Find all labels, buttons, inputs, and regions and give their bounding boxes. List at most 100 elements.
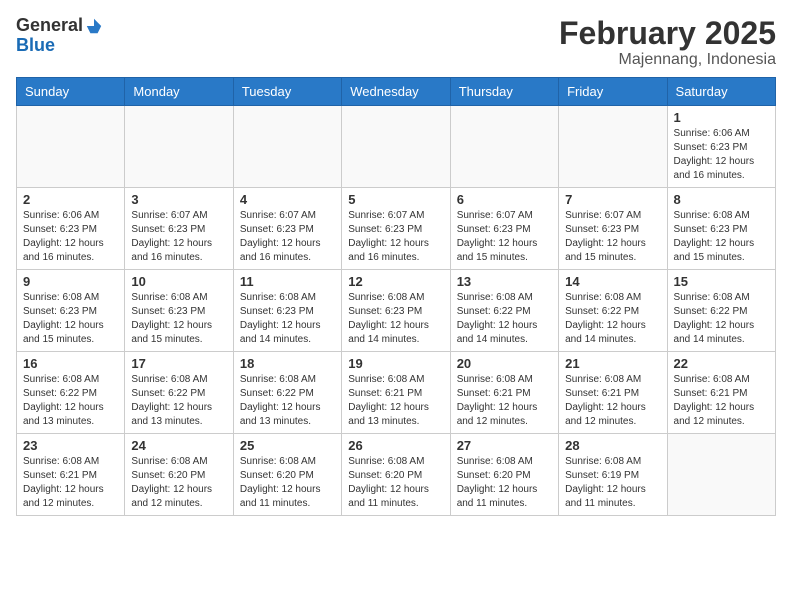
day-number: 4 (240, 192, 335, 207)
day-number: 18 (240, 356, 335, 371)
day-info: Sunrise: 6:08 AM Sunset: 6:20 PM Dayligh… (457, 455, 552, 511)
calendar-week-row: 23 Sunrise: 6:08 AM Sunset: 6:21 PM Dayli… (17, 434, 776, 516)
day-info: Sunrise: 6:08 AM Sunset: 6:21 PM Dayligh… (457, 373, 552, 429)
day-info: Sunrise: 6:08 AM Sunset: 6:21 PM Dayligh… (674, 373, 769, 429)
day-number: 22 (674, 356, 769, 371)
day-number: 12 (348, 274, 443, 289)
calendar-cell (17, 106, 125, 188)
calendar-cell: 25 Sunrise: 6:08 AM Sunset: 6:20 PM Dayli… (233, 434, 341, 516)
day-info: Sunrise: 6:08 AM Sunset: 6:22 PM Dayligh… (131, 373, 226, 429)
logo-general-text: General (16, 16, 83, 36)
calendar-cell: 19 Sunrise: 6:08 AM Sunset: 6:21 PM Dayli… (342, 352, 450, 434)
weekday-header-wednesday: Wednesday (342, 78, 450, 106)
day-number: 9 (23, 274, 118, 289)
calendar-week-row: 1 Sunrise: 6:06 AM Sunset: 6:23 PM Daylig… (17, 106, 776, 188)
calendar-cell: 21 Sunrise: 6:08 AM Sunset: 6:21 PM Dayli… (559, 352, 667, 434)
day-number: 21 (565, 356, 660, 371)
calendar-cell: 5Sunrise: 6:07 AM Sunset: 6:23 PM Daylig… (342, 188, 450, 270)
calendar-cell: 2 Sunrise: 6:06 AM Sunset: 6:23 PM Daylig… (17, 188, 125, 270)
calendar-cell: 6 Sunrise: 6:07 AM Sunset: 6:23 PM Daylig… (450, 188, 558, 270)
calendar-cell: 1 Sunrise: 6:06 AM Sunset: 6:23 PM Daylig… (667, 106, 775, 188)
calendar-cell (667, 434, 775, 516)
page-header: General Blue February 2025 Majennang, In… (16, 16, 776, 69)
day-info: Sunrise: 6:08 AM Sunset: 6:21 PM Dayligh… (565, 373, 660, 429)
day-info: Sunrise: 6:08 AM Sunset: 6:19 PM Dayligh… (565, 455, 660, 511)
day-number: 20 (457, 356, 552, 371)
day-info: Sunrise: 6:08 AM Sunset: 6:21 PM Dayligh… (348, 373, 443, 429)
day-info: Sunrise: 6:06 AM Sunset: 6:23 PM Dayligh… (674, 127, 769, 183)
day-number: 8 (674, 192, 769, 207)
calendar-cell (342, 106, 450, 188)
day-info: Sunrise: 6:08 AM Sunset: 6:22 PM Dayligh… (565, 291, 660, 347)
calendar-cell (450, 106, 558, 188)
calendar-cell: 11 Sunrise: 6:08 AM Sunset: 6:23 PM Dayli… (233, 270, 341, 352)
calendar-week-row: 9 Sunrise: 6:08 AM Sunset: 6:23 PM Daylig… (17, 270, 776, 352)
day-info: Sunrise: 6:08 AM Sunset: 6:20 PM Dayligh… (131, 455, 226, 511)
weekday-header-thursday: Thursday (450, 78, 558, 106)
day-info: Sunrise: 6:07 AM Sunset: 6:23 PM Dayligh… (131, 209, 226, 265)
calendar-cell: 7Sunrise: 6:07 AM Sunset: 6:23 PM Daylig… (559, 188, 667, 270)
calendar-week-row: 2 Sunrise: 6:06 AM Sunset: 6:23 PM Daylig… (17, 188, 776, 270)
calendar-cell (559, 106, 667, 188)
logo: General Blue (16, 16, 103, 56)
calendar-cell: 27 Sunrise: 6:08 AM Sunset: 6:20 PM Dayli… (450, 434, 558, 516)
day-number: 13 (457, 274, 552, 289)
day-number: 19 (348, 356, 443, 371)
day-info: Sunrise: 6:08 AM Sunset: 6:22 PM Dayligh… (23, 373, 118, 429)
day-number: 14 (565, 274, 660, 289)
calendar-cell: 9 Sunrise: 6:08 AM Sunset: 6:23 PM Daylig… (17, 270, 125, 352)
calendar-cell: 4Sunrise: 6:07 AM Sunset: 6:23 PM Daylig… (233, 188, 341, 270)
logo-blue-text: Blue (16, 36, 55, 56)
day-number: 2 (23, 192, 118, 207)
day-info: Sunrise: 6:06 AM Sunset: 6:23 PM Dayligh… (23, 209, 118, 265)
day-info: Sunrise: 6:08 AM Sunset: 6:23 PM Dayligh… (131, 291, 226, 347)
day-number: 25 (240, 438, 335, 453)
day-info: Sunrise: 6:08 AM Sunset: 6:23 PM Dayligh… (674, 209, 769, 265)
calendar-cell: 18Sunrise: 6:08 AM Sunset: 6:22 PM Dayli… (233, 352, 341, 434)
day-number: 27 (457, 438, 552, 453)
day-info: Sunrise: 6:08 AM Sunset: 6:23 PM Dayligh… (348, 291, 443, 347)
weekday-header-row: SundayMondayTuesdayWednesdayThursdayFrid… (17, 78, 776, 106)
day-number: 16 (23, 356, 118, 371)
weekday-header-saturday: Saturday (667, 78, 775, 106)
calendar-cell: 26Sunrise: 6:08 AM Sunset: 6:20 PM Dayli… (342, 434, 450, 516)
calendar-cell: 22 Sunrise: 6:08 AM Sunset: 6:21 PM Dayli… (667, 352, 775, 434)
day-number: 5 (348, 192, 443, 207)
weekday-header-monday: Monday (125, 78, 233, 106)
day-number: 24 (131, 438, 226, 453)
calendar-cell: 8 Sunrise: 6:08 AM Sunset: 6:23 PM Daylig… (667, 188, 775, 270)
calendar-cell: 28 Sunrise: 6:08 AM Sunset: 6:19 PM Dayli… (559, 434, 667, 516)
day-info: Sunrise: 6:08 AM Sunset: 6:22 PM Dayligh… (674, 291, 769, 347)
day-number: 11 (240, 274, 335, 289)
calendar-cell: 13 Sunrise: 6:08 AM Sunset: 6:22 PM Dayli… (450, 270, 558, 352)
day-info: Sunrise: 6:08 AM Sunset: 6:23 PM Dayligh… (23, 291, 118, 347)
calendar-cell (233, 106, 341, 188)
weekday-header-tuesday: Tuesday (233, 78, 341, 106)
logo-icon (85, 17, 103, 35)
day-number: 15 (674, 274, 769, 289)
day-info: Sunrise: 6:07 AM Sunset: 6:23 PM Dayligh… (457, 209, 552, 265)
weekday-header-sunday: Sunday (17, 78, 125, 106)
day-number: 3 (131, 192, 226, 207)
day-info: Sunrise: 6:07 AM Sunset: 6:23 PM Dayligh… (565, 209, 660, 265)
calendar-week-row: 16 Sunrise: 6:08 AM Sunset: 6:22 PM Dayli… (17, 352, 776, 434)
location-title: Majennang, Indonesia (559, 51, 776, 69)
day-number: 28 (565, 438, 660, 453)
calendar-cell: 10Sunrise: 6:08 AM Sunset: 6:23 PM Dayli… (125, 270, 233, 352)
day-info: Sunrise: 6:08 AM Sunset: 6:23 PM Dayligh… (240, 291, 335, 347)
title-area: February 2025 Majennang, Indonesia (559, 16, 776, 69)
day-number: 23 (23, 438, 118, 453)
day-number: 6 (457, 192, 552, 207)
day-info: Sunrise: 6:08 AM Sunset: 6:20 PM Dayligh… (240, 455, 335, 511)
day-info: Sunrise: 6:08 AM Sunset: 6:22 PM Dayligh… (457, 291, 552, 347)
calendar-cell: 12 Sunrise: 6:08 AM Sunset: 6:23 PM Dayli… (342, 270, 450, 352)
day-info: Sunrise: 6:08 AM Sunset: 6:21 PM Dayligh… (23, 455, 118, 511)
weekday-header-friday: Friday (559, 78, 667, 106)
calendar-cell: 15 Sunrise: 6:08 AM Sunset: 6:22 PM Dayli… (667, 270, 775, 352)
calendar-cell: 24 Sunrise: 6:08 AM Sunset: 6:20 PM Dayli… (125, 434, 233, 516)
calendar-cell: 23 Sunrise: 6:08 AM Sunset: 6:21 PM Dayli… (17, 434, 125, 516)
calendar-cell: 16 Sunrise: 6:08 AM Sunset: 6:22 PM Dayli… (17, 352, 125, 434)
day-number: 17 (131, 356, 226, 371)
day-number: 1 (674, 110, 769, 125)
month-title: February 2025 (559, 16, 776, 51)
